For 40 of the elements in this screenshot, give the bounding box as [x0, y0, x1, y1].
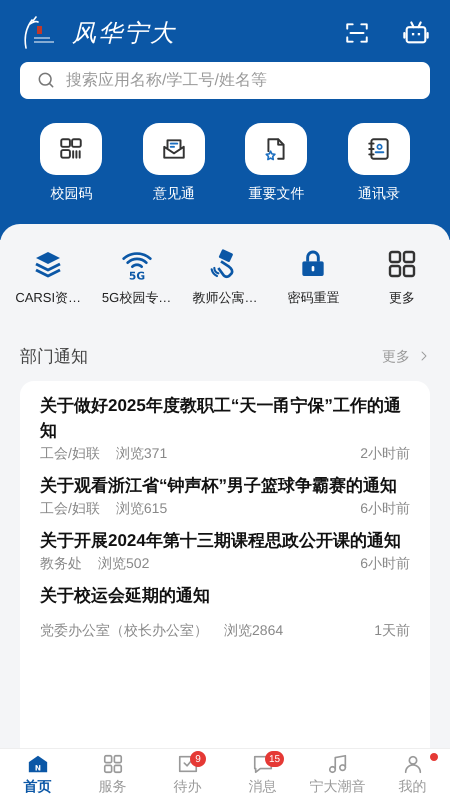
search-field[interactable]: 搜索应用名称/学工号/姓名等 [20, 62, 430, 99]
app-label[interactable]: 校园码 [50, 183, 92, 204]
notice-source: 工会/妇联 [40, 444, 100, 463]
app-label[interactable]: 5G校园专… [102, 288, 172, 308]
app-shortcut-button[interactable] [142, 123, 205, 175]
notice-source: 工会/妇联 [40, 499, 100, 518]
app-title: 风华宁大 [72, 18, 176, 49]
badge: 9 [190, 751, 206, 767]
notice-title[interactable]: 关于做好2025年度教职工“天一甬宁保”工作的通知 [40, 393, 410, 443]
notice-time: 6小时前 [360, 554, 410, 573]
app-label[interactable]: 重要文件 [248, 183, 304, 204]
notice-title[interactable]: 关于观看浙江省“钟声杯”男子篮球争霸赛的通知 [40, 473, 410, 498]
tab[interactable]: 待办 9 [150, 749, 225, 800]
app-shortcut-button[interactable] [245, 123, 308, 175]
view-count: 浏览371 [116, 444, 168, 463]
tab[interactable]: 消息 15 [225, 749, 300, 800]
view-count: 浏览502 [98, 554, 150, 573]
tab[interactable]: N 首页 [0, 749, 75, 800]
app-label[interactable]: 通讯录 [358, 183, 400, 204]
view-count: 浏览2864 [224, 621, 284, 640]
app-label[interactable]: 教师公寓… [192, 288, 258, 308]
search-icon [36, 70, 56, 90]
notice-source: 党委办公室（校长办公室） [40, 621, 208, 640]
app-label[interactable]: 更多 [388, 288, 415, 308]
notice-time: 2小时前 [360, 444, 410, 463]
music-icon [326, 752, 348, 774]
notice-time: 1天前 [374, 621, 410, 640]
app-label[interactable]: 密码重置 [287, 288, 340, 308]
app-shortcut-button[interactable] [40, 123, 102, 175]
app-label[interactable]: CARSI资… [15, 288, 82, 308]
view-count: 浏览615 [116, 499, 168, 518]
notice-title[interactable]: 关于开展2024年第十三期课程思政公开课的通知 [40, 528, 410, 553]
section-title: 部门通知 [20, 346, 88, 368]
badge: 15 [265, 751, 284, 767]
app-shortcut-button[interactable] [348, 123, 410, 175]
app-label[interactable]: 意见通 [152, 183, 195, 204]
grid-icon [102, 752, 124, 774]
notice-time: 6小时前 [360, 499, 410, 518]
notice-title[interactable]: 关于校运会延期的通知 [40, 583, 410, 608]
notice-source: 教务处 [40, 554, 82, 573]
